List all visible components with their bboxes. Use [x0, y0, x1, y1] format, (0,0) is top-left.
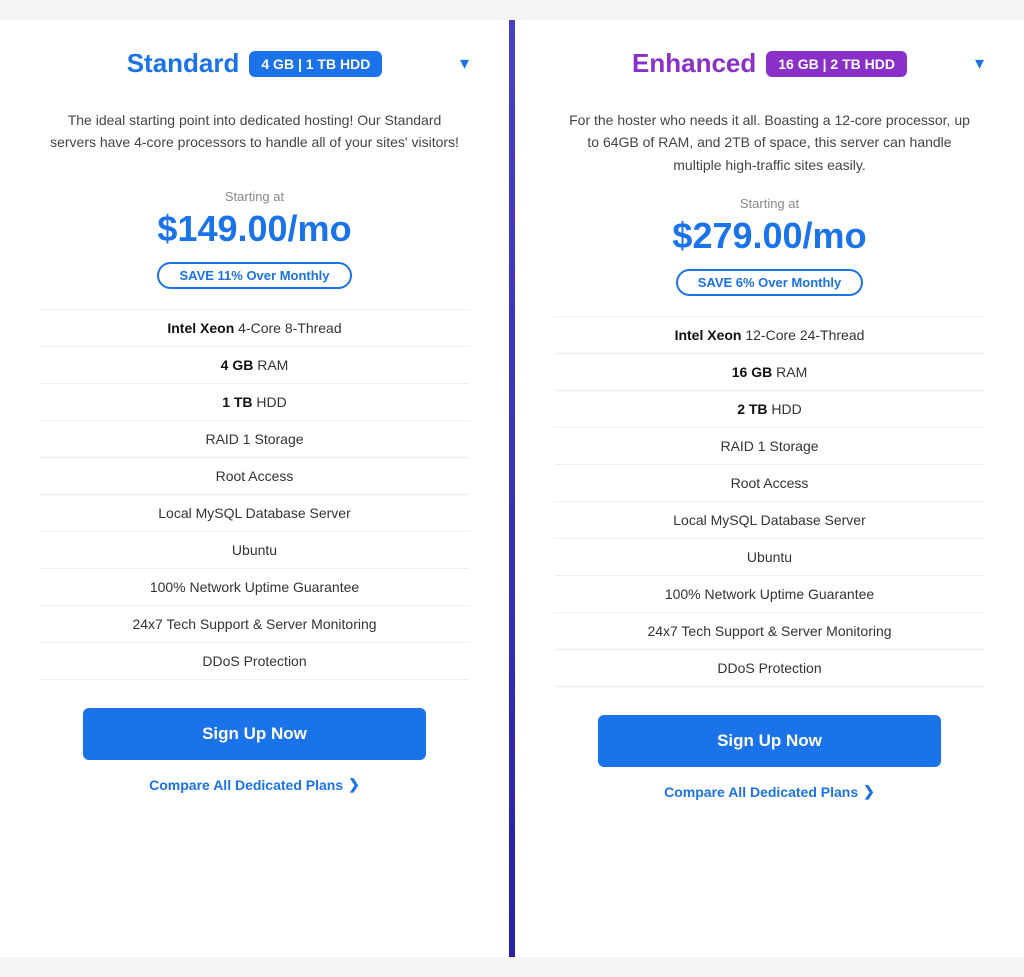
list-item: Intel Xeon 4-Core 8-Thread [40, 309, 469, 347]
plan-badge-enhanced: 16 GB | 2 TB HDD [766, 51, 907, 77]
feature-regular-text: 24x7 Tech Support & Server Monitoring [647, 623, 891, 639]
list-item: 24x7 Tech Support & Server Monitoring [40, 606, 469, 643]
feature-bold-text: 2 TB [737, 401, 767, 417]
feature-regular-text: 24x7 Tech Support & Server Monitoring [132, 616, 376, 632]
list-item: Root Access [40, 458, 469, 495]
compare-link-enhanced[interactable]: Compare All Dedicated Plans ❯ [664, 783, 875, 800]
list-item: 16 GB RAM [555, 354, 984, 391]
feature-regular-text: 12-Core 24-Thread [741, 327, 864, 343]
list-item: DDoS Protection [40, 643, 469, 680]
plan-card-standard: Standard 4 GB | 1 TB HDD ▾ The ideal starti… [0, 20, 509, 957]
feature-regular-text: RAID 1 Storage [720, 438, 818, 454]
feature-regular-text: Local MySQL Database Server [673, 512, 865, 528]
list-item: Ubuntu [555, 539, 984, 576]
plan-card-enhanced: Enhanced 16 GB | 2 TB HDD ▾ For the hoster … [515, 20, 1024, 957]
feature-regular-text: HDD [768, 401, 802, 417]
list-item: Intel Xeon 12-Core 24-Thread [555, 316, 984, 354]
compare-link-text: Compare All Dedicated Plans [664, 784, 858, 800]
compare-link-standard[interactable]: Compare All Dedicated Plans ❯ [149, 776, 360, 793]
starting-at-label-standard: Starting at [225, 189, 284, 204]
list-item: 100% Network Uptime Guarantee [555, 576, 984, 613]
compare-link-text: Compare All Dedicated Plans [149, 777, 343, 793]
feature-regular-text: RAM [772, 364, 807, 380]
starting-at-label-enhanced: Starting at [740, 196, 799, 211]
plans-container: Standard 4 GB | 1 TB HDD ▾ The ideal starti… [0, 20, 1024, 957]
feature-regular-text: Ubuntu [747, 549, 792, 565]
plan-header-standard: Standard 4 GB | 1 TB HDD ▾ [40, 20, 469, 99]
signup-button-standard[interactable]: Sign Up Now [83, 708, 426, 760]
signup-button-enhanced[interactable]: Sign Up Now [598, 715, 941, 767]
list-item: 4 GB RAM [40, 347, 469, 384]
chevron-right-icon: ❯ [863, 783, 875, 800]
plan-price-standard: $149.00/mo [157, 208, 351, 250]
feature-regular-text: 4-Core 8-Thread [234, 320, 341, 336]
list-item: Local MySQL Database Server [40, 495, 469, 532]
save-badge-enhanced: SAVE 6% Over Monthly [676, 269, 864, 296]
plan-description-standard: The ideal starting point into dedicated … [40, 99, 469, 189]
feature-regular-text: 100% Network Uptime Guarantee [150, 579, 359, 595]
list-item: RAID 1 Storage [40, 421, 469, 458]
list-item: Root Access [555, 465, 984, 502]
list-item: 100% Network Uptime Guarantee [40, 569, 469, 606]
list-item: DDoS Protection [555, 650, 984, 687]
save-badge-standard: SAVE 11% Over Monthly [157, 262, 351, 289]
chevron-down-icon-standard[interactable]: ▾ [460, 53, 469, 74]
feature-regular-text: HDD [253, 394, 287, 410]
plan-badge-standard: 4 GB | 1 TB HDD [249, 51, 382, 77]
features-list-standard: Intel Xeon 4-Core 8-Thread4 GB RAM1 TB H… [40, 309, 469, 680]
list-item: Local MySQL Database Server [555, 502, 984, 539]
list-item: RAID 1 Storage [555, 428, 984, 465]
chevron-right-icon: ❯ [348, 776, 360, 793]
feature-bold-text: 4 GB [221, 357, 254, 373]
feature-regular-text: Local MySQL Database Server [158, 505, 350, 521]
feature-regular-text: DDoS Protection [717, 660, 821, 676]
plan-description-enhanced: For the hoster who needs it all. Boastin… [555, 99, 984, 196]
list-item: 24x7 Tech Support & Server Monitoring [555, 613, 984, 650]
feature-regular-text: Root Access [216, 468, 294, 484]
feature-regular-text: Ubuntu [232, 542, 277, 558]
feature-bold-text: 1 TB [222, 394, 252, 410]
feature-regular-text: 100% Network Uptime Guarantee [665, 586, 874, 602]
feature-regular-text: Root Access [731, 475, 809, 491]
feature-bold-text: Intel Xeon [675, 327, 742, 343]
feature-regular-text: DDoS Protection [202, 653, 306, 669]
features-list-enhanced: Intel Xeon 12-Core 24-Thread16 GB RAM2 T… [555, 316, 984, 687]
chevron-down-icon-enhanced[interactable]: ▾ [975, 53, 984, 74]
feature-regular-text: RAID 1 Storage [205, 431, 303, 447]
list-item: 2 TB HDD [555, 391, 984, 428]
plan-price-enhanced: $279.00/mo [672, 215, 866, 257]
feature-bold-text: Intel Xeon [167, 320, 234, 336]
plan-name-standard: Standard [127, 48, 240, 79]
plan-header-enhanced: Enhanced 16 GB | 2 TB HDD ▾ [555, 20, 984, 99]
list-item: Ubuntu [40, 532, 469, 569]
list-item: 1 TB HDD [40, 384, 469, 421]
feature-regular-text: RAM [253, 357, 288, 373]
plan-name-enhanced: Enhanced [632, 48, 756, 79]
feature-bold-text: 16 GB [732, 364, 772, 380]
